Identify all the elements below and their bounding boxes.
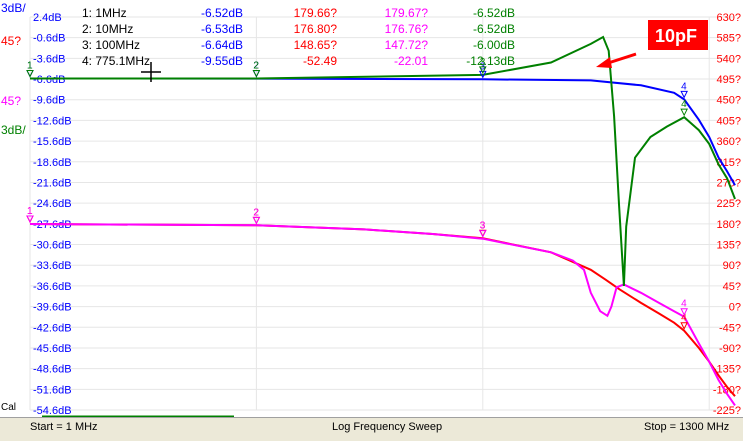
left-tick-label: -21.6dB	[33, 177, 72, 189]
left-tick-label: -6.6dB	[33, 74, 65, 86]
annotation-label: 10pF	[655, 26, 697, 46]
left-tick-label: -36.6dB	[33, 281, 72, 293]
left-tick-label: -45.6dB	[33, 343, 72, 355]
readout-magenta: 147.72?	[385, 38, 429, 52]
right-tick-label: 135?	[717, 240, 741, 252]
readout-blue: -9.55dB	[201, 54, 243, 68]
left-tick-label: -12.6dB	[33, 115, 72, 127]
magenta-trace-marker-label: 4	[681, 299, 687, 310]
stop-frequency: Stop = 1300 MHz	[644, 421, 730, 433]
readout-magenta: 179.67?	[385, 6, 429, 20]
left-tick-label: -9.6dB	[33, 95, 65, 107]
vna-display: { "colors": { "trace_s21_mag": "#0000ff"…	[0, 0, 743, 441]
right-tick-label: -225?	[713, 405, 741, 417]
right-tick-labels: 630?585?540?495?450?405?360?315?270?225?…	[713, 12, 741, 417]
left-tick-label: -39.6dB	[33, 302, 72, 314]
left-tick-label: -30.6dB	[33, 240, 72, 252]
readout-label: 2: 10MHz	[82, 22, 133, 36]
readout-label: 4: 775.1MHz	[82, 54, 150, 68]
left-tick-label: -0.6dB	[33, 33, 65, 45]
left-tick-label: -15.6dB	[33, 136, 72, 148]
readout-magenta: -22.01	[394, 54, 428, 68]
readout-label: 1: 1MHz	[82, 6, 127, 20]
readout-red: 176.80?	[294, 22, 338, 36]
left-tick-label: 2.4dB	[33, 12, 62, 24]
magenta-scale-label: 45?	[1, 94, 21, 108]
status-bar: Start = 1 MHz Log Frequency Sweep Stop =…	[0, 417, 743, 441]
left-tick-label: -33.6dB	[33, 260, 72, 272]
right-tick-label: 495?	[717, 74, 741, 86]
right-tick-label: 585?	[717, 33, 741, 45]
readout-red: 148.65?	[294, 38, 338, 52]
left-tick-label: -42.6dB	[33, 322, 72, 334]
readout-red: 179.66?	[294, 6, 338, 20]
right-tick-label: -90?	[719, 343, 741, 355]
right-tick-label: 90?	[723, 260, 741, 272]
annotation-arrow	[596, 52, 637, 68]
left-tick-label: -3.6dB	[33, 53, 65, 65]
sweep-mode: Log Frequency Sweep	[332, 421, 443, 433]
readout-green: -6.52dB	[473, 22, 515, 36]
start-frequency: Start = 1 MHz	[30, 421, 98, 433]
annotation-10pf: 10pF	[648, 20, 708, 50]
readout-blue: -6.52dB	[201, 6, 243, 20]
right-tick-label: 225?	[717, 198, 741, 210]
green-trace-marker-label: 1	[27, 61, 33, 72]
readout-green: -12.13dB	[466, 54, 515, 68]
blue-trace-marker-label: 4	[681, 81, 687, 92]
readout-red: -52.49	[303, 54, 337, 68]
right-tick-label: 45?	[723, 281, 741, 293]
readout-green: -6.52dB	[473, 6, 515, 20]
trace-markers: 1 2 341 2341 2341 2 34	[26, 57, 688, 330]
left-tick-label: -18.6dB	[33, 157, 72, 169]
right-tick-label: 630?	[717, 12, 741, 24]
right-tick-label: -45?	[719, 322, 741, 334]
right-tick-label: 450?	[717, 95, 741, 107]
magenta-trace-marker-label: 1	[27, 206, 33, 217]
blue-trace	[29, 77, 736, 186]
magenta-trace	[29, 223, 736, 406]
cal-label[interactable]: Cal	[1, 402, 16, 413]
vna-plot: 2.4dB -0.6dB -3.6dB -6.6dB -9.6dB -12.6dB -15.…	[1, 1, 741, 418]
green-scale-label: 3dB/	[1, 123, 26, 137]
magenta-trace-marker-label: 2	[253, 207, 259, 218]
green-trace-marker-label: 2	[253, 61, 259, 72]
red-trace	[29, 223, 736, 397]
right-tick-label: 360?	[717, 136, 741, 148]
readout-green: -6.00dB	[473, 38, 515, 52]
left-tick-labels: 2.4dB -0.6dB -3.6dB -6.6dB -9.6dB -12.6dB -15.…	[33, 12, 72, 417]
red-scale-label: 45?	[1, 34, 21, 48]
left-tick-label: -54.6dB	[33, 405, 72, 417]
readout-blue: -6.64dB	[201, 38, 243, 52]
right-tick-label: 405?	[717, 115, 741, 127]
traces	[29, 35, 736, 406]
blue-scale-label: 3dB/	[1, 1, 26, 15]
left-tick-label: -24.6dB	[33, 198, 72, 210]
readout-blue: -6.53dB	[201, 22, 243, 36]
green-trace-marker-label: 4	[681, 99, 687, 110]
right-tick-label: 180?	[717, 219, 741, 231]
right-tick-label: 0?	[729, 302, 741, 314]
readout-label: 3: 100MHz	[82, 38, 140, 52]
left-tick-label: -51.6dB	[33, 384, 72, 396]
right-tick-label: 540?	[717, 53, 741, 65]
readout-magenta: 176.76?	[385, 22, 429, 36]
left-tick-label: -48.6dB	[33, 364, 72, 376]
magenta-trace-marker-label: 3	[480, 221, 486, 232]
